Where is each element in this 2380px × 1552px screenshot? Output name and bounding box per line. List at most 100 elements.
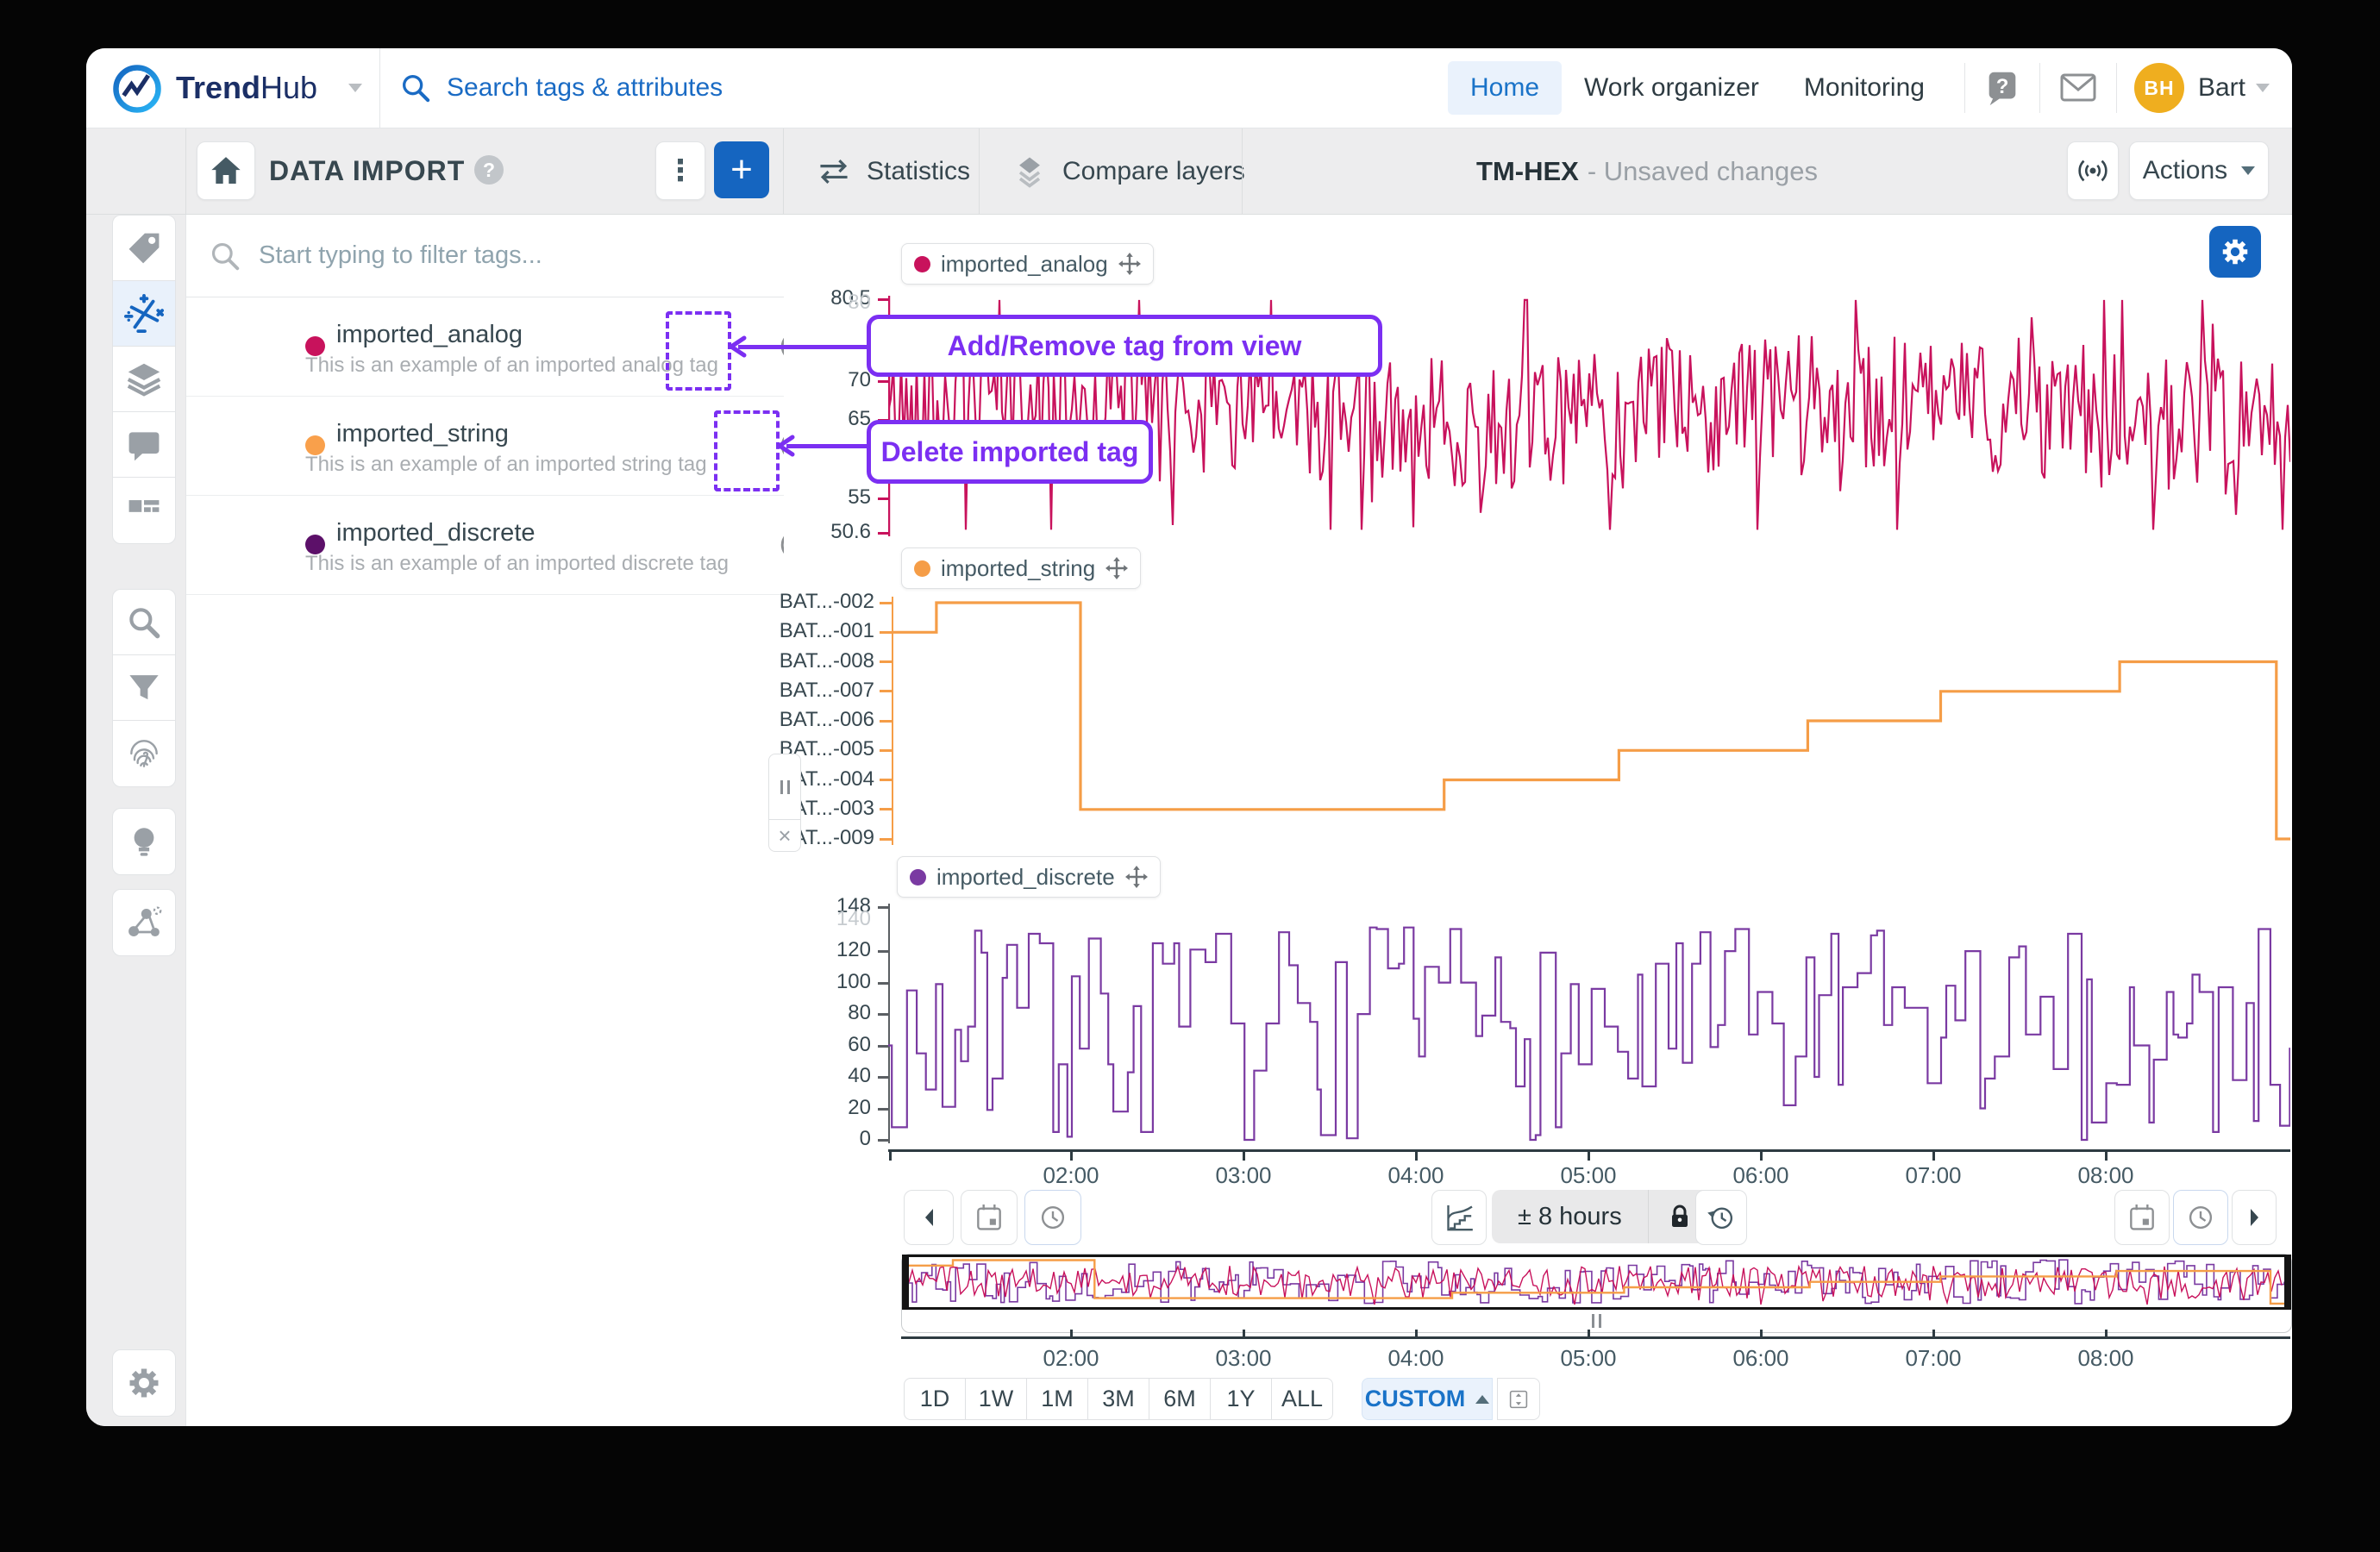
overview-scroll-handle[interactable] <box>902 1310 2291 1332</box>
help-button[interactable]: ? <box>1982 68 2022 108</box>
nav-tab-work-organizer[interactable]: Work organizer <box>1562 61 1782 115</box>
panel-help-icon[interactable]: ? <box>474 155 504 185</box>
user-avatar[interactable]: BH <box>2134 63 2184 113</box>
brand-name: TrendHub <box>176 70 317 106</box>
rail-item-fingerprint[interactable] <box>112 720 176 787</box>
user-name: Bart <box>2198 73 2245 103</box>
calendar-icon <box>2126 1201 2158 1234</box>
duration-button-1Y[interactable]: 1Y <box>1210 1378 1272 1420</box>
compare-layers-button[interactable]: Compare layers <box>1011 128 1245 214</box>
search-input[interactable] <box>445 72 931 103</box>
clock-icon <box>2184 1201 2217 1234</box>
user-menu-chevron-down-icon[interactable] <box>2256 84 2270 92</box>
mail-button[interactable] <box>2057 67 2099 109</box>
history-button[interactable] <box>1695 1190 1747 1245</box>
secondary-toolbar: DATA IMPORT ? ⋮ + Statistics Compare lay… <box>86 128 2292 215</box>
panel-collapse-button[interactable]: × <box>768 819 801 852</box>
duration-button-1W[interactable]: 1W <box>965 1378 1027 1420</box>
tag-icon <box>125 229 163 267</box>
app-window: TrendHub Home Work organizer Monitoring … <box>86 48 2292 1426</box>
add-tag-button[interactable]: + <box>714 141 769 198</box>
legend-chip-imported-discrete[interactable]: imported_discrete <box>897 856 1161 898</box>
rail-item-comments[interactable] <box>112 411 176 479</box>
end-date-calendar-button[interactable] <box>2114 1190 2170 1245</box>
rail-item-layers[interactable] <box>112 346 176 413</box>
rail-item-recommendations[interactable] <box>112 808 176 875</box>
move-icon[interactable] <box>1105 557 1128 579</box>
gear-icon <box>2219 235 2252 268</box>
global-search <box>398 48 931 128</box>
end-time-clock-button[interactable] <box>2173 1190 2228 1245</box>
nav-tab-monitoring[interactable]: Monitoring <box>1782 61 1947 115</box>
rail-item-dashboards[interactable] <box>112 477 176 544</box>
arrow-right-icon <box>2243 1205 2265 1230</box>
rail-item-settings[interactable] <box>112 1349 176 1417</box>
tag-filter-input[interactable] <box>257 241 631 271</box>
duration-button-ALL[interactable]: ALL <box>1271 1378 1333 1420</box>
rail-item-data-import[interactable] <box>112 280 176 347</box>
context-graph-icon <box>125 904 163 942</box>
tag-row-imported-string[interactable]: imported_string This is an example of an… <box>186 396 784 496</box>
custom-range-button[interactable]: CUSTOM <box>1362 1378 1493 1420</box>
move-icon[interactable] <box>1125 866 1148 888</box>
duration-button-1D[interactable]: 1D <box>904 1378 966 1420</box>
legend-dot <box>910 869 926 886</box>
legend-chip-imported-string[interactable]: imported_string <box>901 548 1141 589</box>
start-time-clock-button[interactable] <box>1024 1190 1081 1245</box>
rail-item-filters[interactable] <box>112 654 176 722</box>
comment-icon <box>125 426 163 464</box>
move-icon[interactable] <box>1118 253 1141 275</box>
duration-button-1M[interactable]: 1M <box>1026 1378 1088 1420</box>
pan-right-button[interactable] <box>2232 1190 2277 1245</box>
home-view-button[interactable] <box>197 141 255 200</box>
divider <box>1964 63 1965 113</box>
navbar-right: Home Work organizer Monitoring ? BH Bart <box>1448 48 2270 128</box>
panel-resize-handle[interactable] <box>768 754 801 821</box>
legend-label: imported_analog <box>941 251 1108 278</box>
trend-lines-icon <box>1442 1200 1476 1235</box>
legend-dot <box>914 560 930 577</box>
trendhub-logo-icon <box>110 62 164 116</box>
statistics-button[interactable]: Statistics <box>815 128 970 214</box>
compare-trends-button[interactable] <box>1431 1190 1487 1245</box>
tag-filter-row <box>186 215 784 297</box>
analog-trend-chart[interactable] <box>888 294 2290 537</box>
tag-name: imported_string <box>336 420 509 448</box>
fit-range-button[interactable] <box>1497 1378 1540 1420</box>
time-range-group: ± 8 hours <box>1492 1190 1711 1243</box>
divider <box>783 128 784 214</box>
tag-browser-panel: imported_analog This is an example of an… <box>185 215 785 1426</box>
rail-item-context-items[interactable] <box>112 889 176 956</box>
tag-name: imported_discrete <box>336 519 536 548</box>
duration-button-3M[interactable]: 3M <box>1087 1378 1149 1420</box>
brand-name-bold: Trend <box>176 70 260 105</box>
legend-chip-imported-analog[interactable]: imported_analog <box>901 243 1154 285</box>
rail-item-search[interactable] <box>112 589 176 656</box>
tag-description: This is an example of an imported discre… <box>305 552 729 576</box>
string-trend-chart[interactable] <box>892 591 2290 850</box>
left-icon-rail <box>86 215 185 1426</box>
nav-tab-home[interactable]: Home <box>1448 61 1562 115</box>
time-range-label[interactable]: ± 8 hours <box>1492 1203 1648 1231</box>
chart-settings-button[interactable] <box>2209 226 2261 278</box>
broadcast-icon <box>2075 153 2111 189</box>
rail-item-tags[interactable] <box>112 215 176 282</box>
live-monitor-button[interactable] <box>2067 141 2119 200</box>
overview-mini-chart <box>909 1257 2284 1307</box>
chevron-up-icon <box>1475 1395 1489 1404</box>
pan-left-button[interactable] <box>904 1190 954 1245</box>
brand-area[interactable]: TrendHub <box>86 48 380 128</box>
fingerprint-icon <box>125 735 163 773</box>
brand-chevron-down-icon[interactable] <box>348 84 362 92</box>
legend-label: imported_string <box>941 555 1095 582</box>
discrete-trend-chart[interactable] <box>888 898 2290 1152</box>
panel-menu-kebab-button[interactable]: ⋮ <box>655 141 705 200</box>
overview-container[interactable] <box>901 1254 2292 1333</box>
top-navbar: TrendHub Home Work organizer Monitoring … <box>86 48 2292 128</box>
overview-selection-window[interactable] <box>902 1255 2291 1310</box>
tag-row-imported-discrete[interactable]: imported_discrete This is an example of … <box>186 495 784 595</box>
actions-button[interactable]: Actions <box>2129 141 2269 200</box>
start-date-calendar-button[interactable] <box>961 1190 1018 1245</box>
tag-row-imported-analog[interactable]: imported_analog This is an example of an… <box>186 297 784 397</box>
duration-button-6M[interactable]: 6M <box>1149 1378 1211 1420</box>
